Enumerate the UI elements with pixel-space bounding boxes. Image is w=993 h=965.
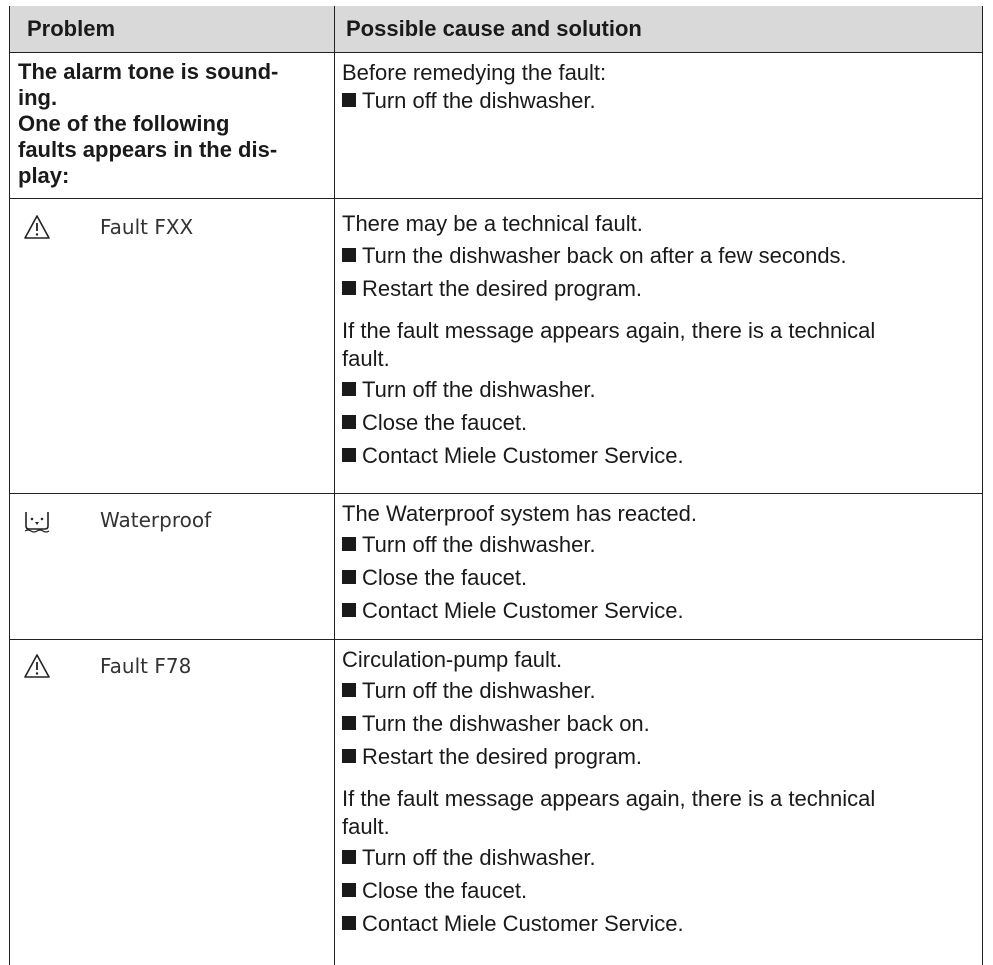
bullet-square-icon [342,382,356,396]
bullet-item: Contact Miele Customer Service. [342,907,972,940]
bullet-square-icon [342,537,356,551]
bullet-text: Contact Miele Customer Service. [362,911,684,936]
fault-intro: The Waterproof system has reacted. [342,501,697,526]
bullet-text: Turn off the dishwasher. [362,532,596,557]
alarm-line: ing. [18,85,58,110]
header-solution: Possible cause and solution [346,16,642,41]
table-row-fault-f78: Fault F78 Circulation-pump fault. Turn o… [10,639,982,965]
bullet-square-icon [342,916,356,930]
bullet-item: Close the faucet. [342,561,972,594]
bullet-text: Turn off the dishwasher. [362,88,596,113]
bullet-item: Restart the desired program. [342,272,972,305]
bullet-square-icon [342,603,356,617]
alarm-line: The alarm tone is sound- [18,59,279,84]
alarm-solution: Before remedying the fault: Turn off the… [342,59,972,115]
bullet-text: Close the faucet. [362,410,528,435]
bullet-item: Turn off the dishwasher. [342,528,972,561]
bullet-square-icon [342,850,356,864]
bullet-text: Contact Miele Customer Service. [362,443,684,468]
alarm-line: One of the following [18,111,230,136]
bullet-item: Contact Miele Customer Service. [342,594,972,627]
again-line: If the fault message appears again, ther… [342,786,876,811]
again-line: fault. [342,346,390,371]
bullet-square-icon [342,570,356,584]
bullet-text: Turn off the dishwasher. [362,377,596,402]
bullet-item: Turn off the dishwasher. [342,674,972,707]
bullet-item: Close the faucet. [342,874,972,907]
fault-code: Fault FXX [100,215,194,239]
table-header: Problem Possible cause and solution [10,6,982,52]
bullet-text: Restart the desired program. [362,744,643,769]
column-divider [334,6,335,965]
bullet-square-icon [342,415,356,429]
table-row-fault-fxx: Fault FXX There may be a technical fault… [10,198,982,493]
bullet-square-icon [342,749,356,763]
again-line: fault. [342,814,390,839]
bullet-item: Turn off the dishwasher. [342,841,972,874]
fault-intro: Circulation-pump fault. [342,647,563,672]
bullet-text: Contact Miele Customer Service. [362,598,684,623]
table-row-waterproof: Waterproof The Waterproof system has rea… [10,493,982,639]
bullet-square-icon [342,248,356,262]
bullet-square-icon [342,716,356,730]
bullet-text: Turn off the dishwasher. [362,845,596,870]
bullet-text: Turn off the dishwasher. [362,678,596,703]
bullet-square-icon [342,448,356,462]
fault-fxx-solution: There may be a technical fault. Turn the… [342,209,972,472]
bullet-item: Turn the dishwasher back on after a few … [342,239,972,272]
alarm-line: play: [18,163,70,188]
bullet-square-icon [342,883,356,897]
warning-triangle-icon [24,654,50,678]
bullet-text: Close the faucet. [362,565,528,590]
fault-f78-solution: Circulation-pump fault. Turn off the dis… [342,646,972,940]
troubleshooting-table: Problem Possible cause and solution The … [9,6,983,965]
alarm-line: faults appears in the dis- [18,137,278,162]
fault-code: Waterproof [100,508,212,532]
bullet-square-icon [342,93,356,107]
bullet-text: Close the faucet. [362,878,528,903]
alarm-intro: Before remedying the fault: [342,60,607,85]
bullet-square-icon [342,683,356,697]
header-problem: Problem [27,16,116,41]
water-basin-icon [24,512,50,533]
bullet-text: Turn the dishwasher back on after a few … [362,243,847,268]
again-line: If the fault message appears again, ther… [342,318,876,343]
table-row-alarm: The alarm tone is sound- ing. One of the… [10,52,982,198]
bullet-item: Restart the desired program. [342,740,972,773]
bullet-text: Restart the desired program. [362,276,643,301]
bullet-text: Turn the dishwasher back on. [362,711,650,736]
bullet-item: Turn the dishwasher back on. [342,707,972,740]
bullet-square-icon [342,281,356,295]
bullet-item: Turn off the dishwasher. [342,87,972,115]
bullet-item: Turn off the dishwasher. [342,373,972,406]
warning-triangle-icon [24,215,50,239]
fault-code: Fault F78 [100,654,192,678]
fault-intro: There may be a technical fault. [342,211,643,236]
bullet-item: Contact Miele Customer Service. [342,439,972,472]
alarm-problem-text: The alarm tone is sound- ing. One of the… [18,59,328,189]
bullet-item: Close the faucet. [342,406,972,439]
waterproof-solution: The Waterproof system has reacted. Turn … [342,500,972,627]
